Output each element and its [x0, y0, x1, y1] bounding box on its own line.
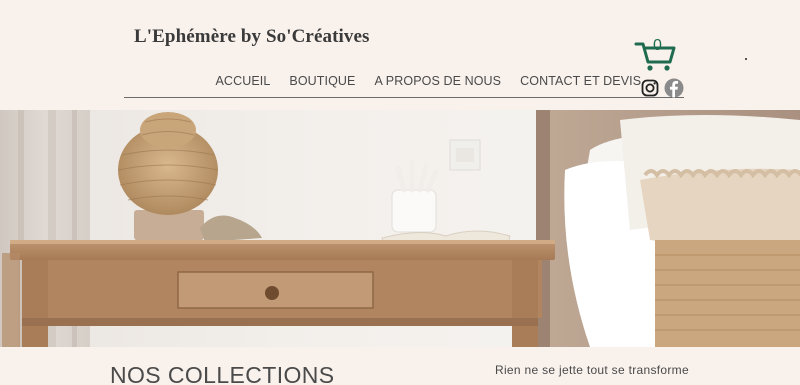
hero-image — [0, 110, 800, 347]
tagline: Rien ne se jette tout se transforme — [495, 363, 689, 377]
main-nav: ACCUEIL BOUTIQUE A PROPOS DE NOUS CONTAC… — [206, 72, 651, 90]
nav-item-a-propos[interactable]: A PROPOS DE NOUS — [365, 72, 511, 90]
facebook-icon[interactable] — [664, 78, 684, 98]
social-bar — [640, 78, 684, 98]
decorative-dot — [745, 58, 747, 60]
nav-divider — [124, 97, 684, 98]
cart-count[interactable]: 0 — [653, 37, 662, 55]
bedside-table-with-lamp-photo — [0, 110, 800, 347]
instagram-icon[interactable] — [640, 78, 660, 98]
nav-item-accueil[interactable]: ACCUEIL — [206, 72, 280, 90]
nav-item-boutique[interactable]: BOUTIQUE — [280, 72, 365, 90]
nav-item-contact[interactable]: CONTACT ET DEVIS — [511, 72, 651, 90]
site-header: L'Ephémère by So'Créatives ACCUEIL BOUTI… — [0, 0, 800, 110]
site-title[interactable]: L'Ephémère by So'Créatives — [134, 26, 370, 48]
collections-title: NOS COLLECTIONS — [110, 362, 335, 385]
